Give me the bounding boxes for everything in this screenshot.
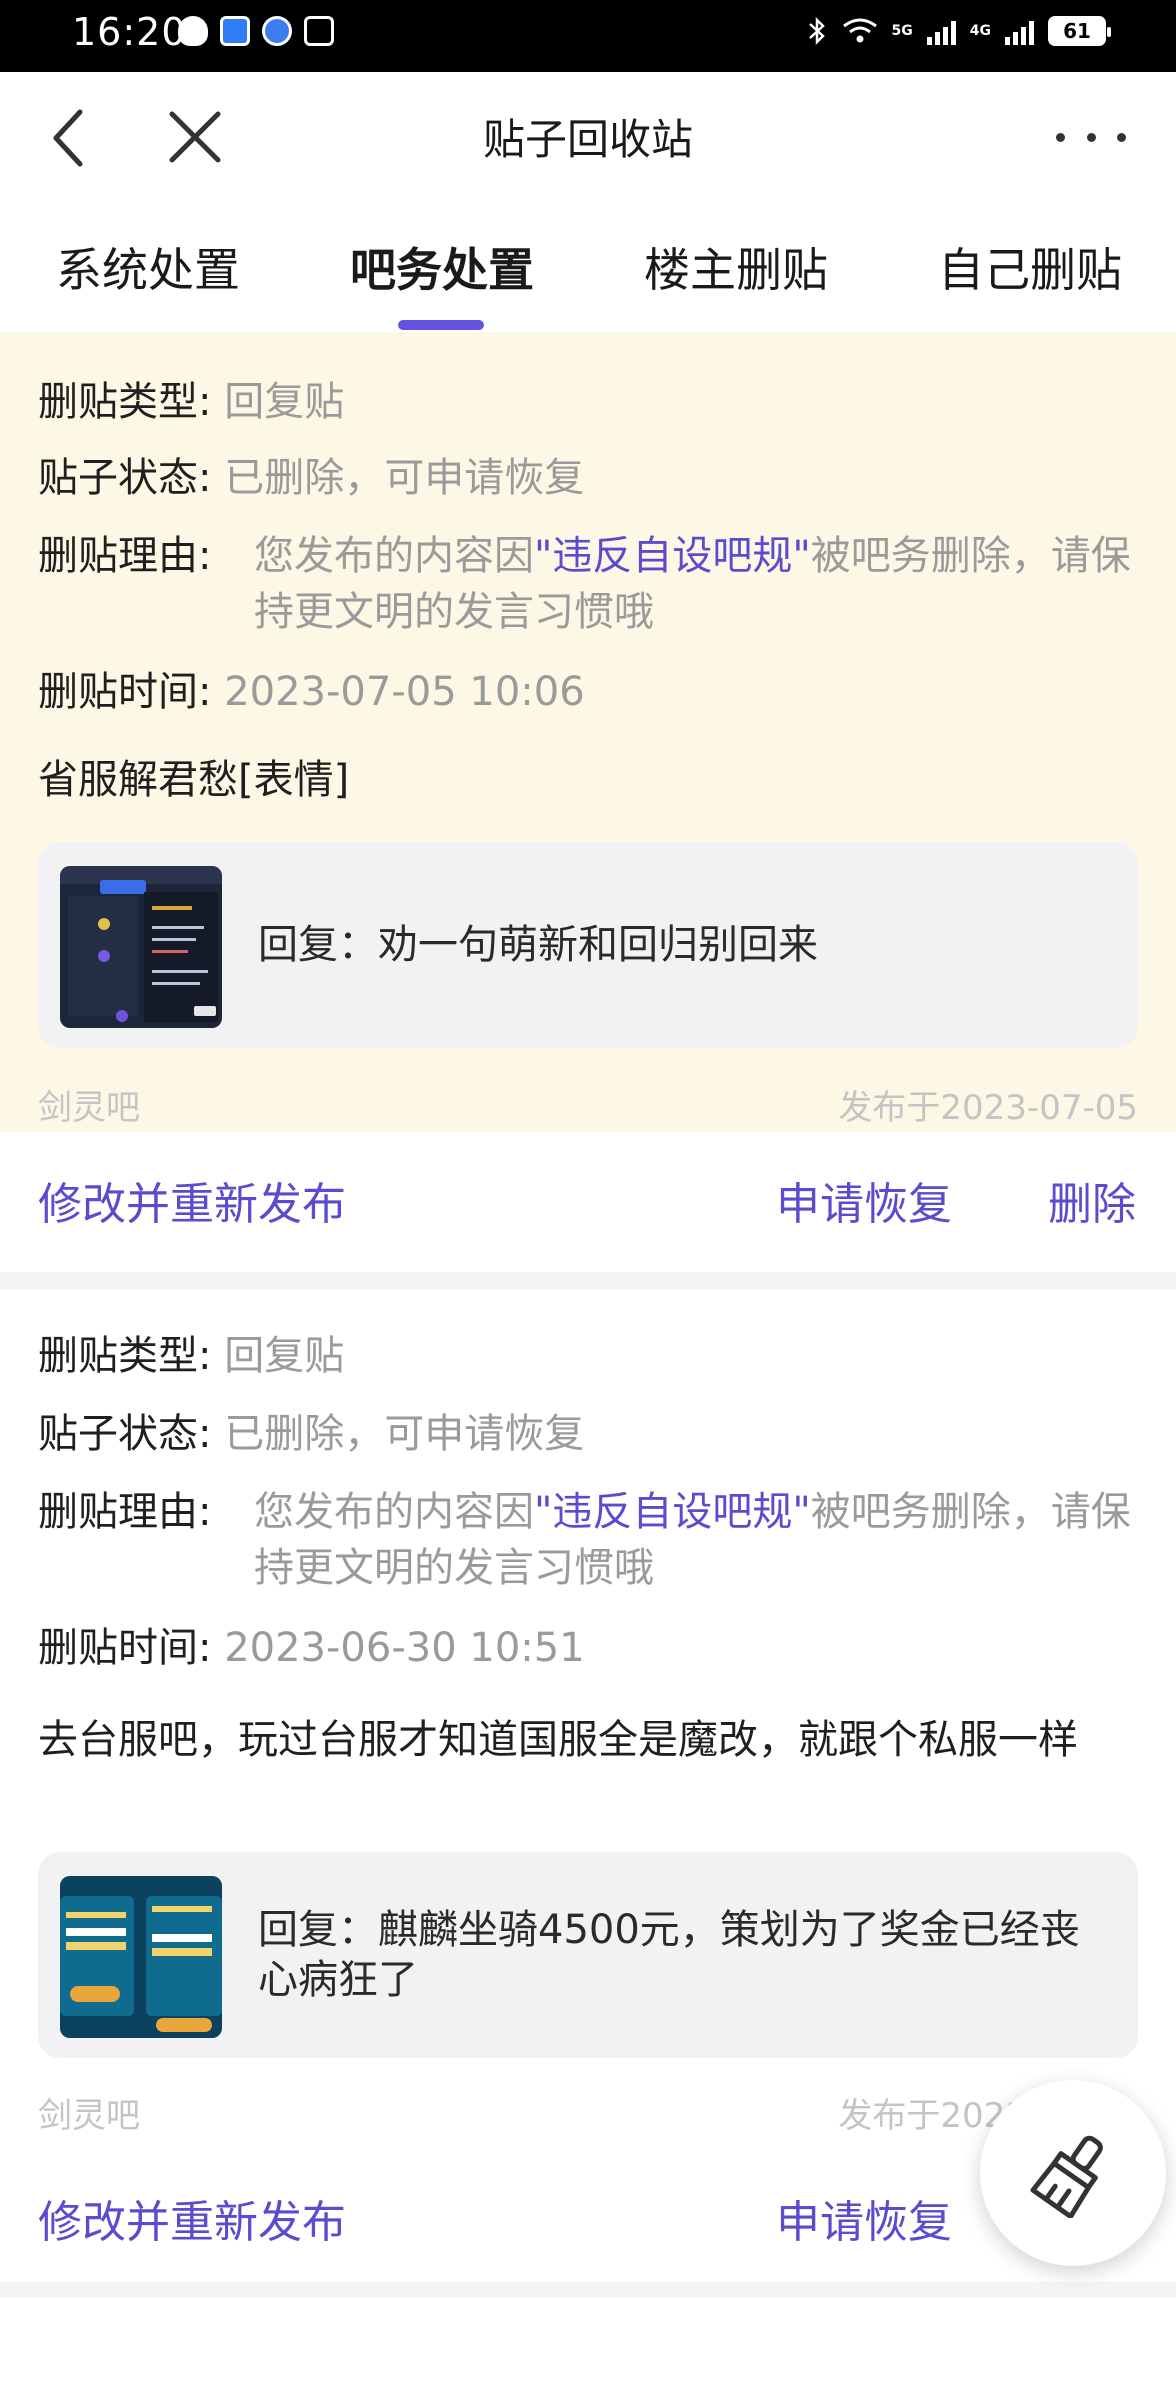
battery-icon: 61 [1048, 16, 1111, 46]
post-card-body: 删贴类型: 回复贴 贴子状态: 已删除，可申请恢复 删贴理由: 您发布的内容因"… [0, 1290, 1176, 2150]
delete-reason-value: 您发布的内容因"违反自设吧规"被吧务删除，请保持更文明的发言习惯哦 [254, 1484, 1134, 1596]
quoted-post-thumbnail [60, 1876, 222, 2038]
forum-name[interactable]: 剑灵吧 [38, 2088, 140, 2137]
post-content: 去台服吧，玩过台服才知道国服全是魔改，就跟个私服一样 [38, 1717, 1078, 1763]
delete-type-label: 删贴类型: [38, 379, 212, 425]
network-5g-label: 5G [891, 23, 913, 39]
rule-link[interactable]: "违反自设吧规" [534, 533, 811, 579]
quoted-post-title: 回复：劝一句萌新和回归别回来 [258, 922, 818, 968]
delete-time-row: 删贴时间: 2023-07-05 10:06 [38, 664, 585, 720]
system-icons: 5G 4G 61 [806, 16, 1111, 46]
delete-type-value: 回复贴 [224, 379, 345, 425]
tab-owner-deleted[interactable]: 楼主删贴 [644, 234, 828, 300]
quoted-post[interactable]: 回复：劝一句萌新和回归别回来 [38, 842, 1138, 1048]
post-card: 删贴类型: 回复贴 贴子状态: 已删除，可申请恢复 删贴理由: 您发布的内容因"… [0, 332, 1176, 1272]
delete-reason-label: 删贴理由: [38, 1489, 212, 1535]
delete-time-label: 删贴时间: [38, 669, 212, 715]
post-status-value: 已删除，可申请恢复 [224, 455, 585, 501]
request-restore-button[interactable]: 申请恢复 [776, 1168, 952, 1232]
quoted-post-title: 回复：麒麟坐骑4500元，策划为了奖金已经丧心病狂了 [258, 1907, 1080, 2003]
delete-type-row: 删贴类型: 回复贴 [38, 374, 344, 430]
post-card-body: 删贴类型: 回复贴 贴子状态: 已删除，可申请恢复 删贴理由: 您发布的内容因"… [0, 332, 1176, 1132]
network-4g-label: 4G [969, 23, 991, 39]
quoted-post[interactable]: 回复：麒麟坐骑4500元，策划为了奖金已经丧心病狂了 [38, 1852, 1138, 2058]
delete-reason-row: 删贴理由: 您发布的内容因"违反自设吧规"被吧务删除，请保持更文明的发言习惯哦 [38, 528, 1138, 635]
more-dot [1056, 132, 1065, 142]
rule-link[interactable]: "违反自设吧规" [534, 1489, 811, 1535]
signal-icon-2 [1005, 17, 1034, 45]
request-restore-button[interactable]: 申请恢复 [776, 2186, 952, 2250]
delete-reason-value: 您发布的内容因"违反自设吧规"被吧务删除，请保持更文明的发言习惯哦 [254, 528, 1134, 640]
shield-icon [220, 16, 250, 46]
qq-icon [178, 16, 208, 46]
page-title: 贴子回收站 [482, 115, 693, 164]
brush-icon [1030, 2135, 1103, 2218]
post-status-value: 已删除，可申请恢复 [224, 1411, 585, 1457]
more-dot [1086, 132, 1096, 142]
post-status-row: 贴子状态: 已删除，可申请恢复 [38, 1406, 584, 1462]
more-button[interactable] [1056, 122, 1126, 152]
nav-header: 贴子回收站 [0, 72, 1176, 204]
tab-self-deleted[interactable]: 自己删贴 [938, 234, 1122, 300]
tab-moderator[interactable]: 吧务处置 [350, 234, 534, 300]
wifi-icon [842, 18, 877, 43]
tab-bar: 系统处置 吧务处置 楼主删贴 自己删贴 [0, 204, 1176, 332]
delete-type-value: 回复贴 [224, 1333, 345, 1379]
status-bar: 16:20 5G 4G 61 [0, 0, 1176, 72]
reason-prefix: 您发布的内容因 [254, 1489, 534, 1535]
reason-prefix: 您发布的内容因 [254, 533, 534, 579]
delete-reason-label: 删贴理由: [38, 533, 212, 579]
delete-time-label: 删贴时间: [38, 1625, 212, 1671]
delete-reason-row: 删贴理由: 您发布的内容因"违反自设吧规"被吧务删除，请保持更文明的发言习惯哦 [38, 1484, 1138, 1591]
publish-date: 发布于2023-07-05 [838, 1088, 1138, 1128]
delete-time-value: 2023-06-30 10:51 [224, 1625, 585, 1671]
edit-republish-button[interactable]: 修改并重新发布 [38, 1168, 346, 1232]
post-status-row: 贴子状态: 已删除，可申请恢复 [38, 450, 584, 506]
post-content: 省服解君愁[表情] [38, 757, 350, 803]
delete-button[interactable]: 删除 [1048, 1168, 1136, 1232]
more-dot [1117, 132, 1126, 142]
browser-icon [262, 16, 292, 46]
nfc-icon [304, 16, 334, 46]
delete-time-row: 删贴时间: 2023-06-30 10:51 [38, 1620, 585, 1676]
delete-type-label: 删贴类型: [38, 1333, 212, 1379]
forum-name[interactable]: 剑灵吧 [38, 1080, 140, 1129]
post-status-label: 贴子状态: [38, 455, 212, 501]
next-post-card [0, 2298, 1176, 2400]
quoted-post-thumbnail [60, 866, 222, 1028]
tab-indicator [398, 320, 484, 330]
status-time: 16:20 [72, 10, 187, 54]
delete-time-value: 2023-07-05 10:06 [224, 669, 585, 715]
notification-icons [178, 16, 334, 46]
post-status-label: 贴子状态: [38, 1411, 212, 1457]
edit-republish-button[interactable]: 修改并重新发布 [38, 2186, 346, 2250]
clean-float-button[interactable] [980, 2080, 1166, 2266]
tab-system[interactable]: 系统处置 [56, 234, 240, 300]
bluetooth-icon [808, 16, 825, 46]
signal-icon [926, 17, 956, 45]
delete-type-row: 删贴类型: 回复贴 [38, 1328, 344, 1384]
post-actions: 修改并重新发布 申请恢复 删除 [0, 1132, 1176, 1264]
